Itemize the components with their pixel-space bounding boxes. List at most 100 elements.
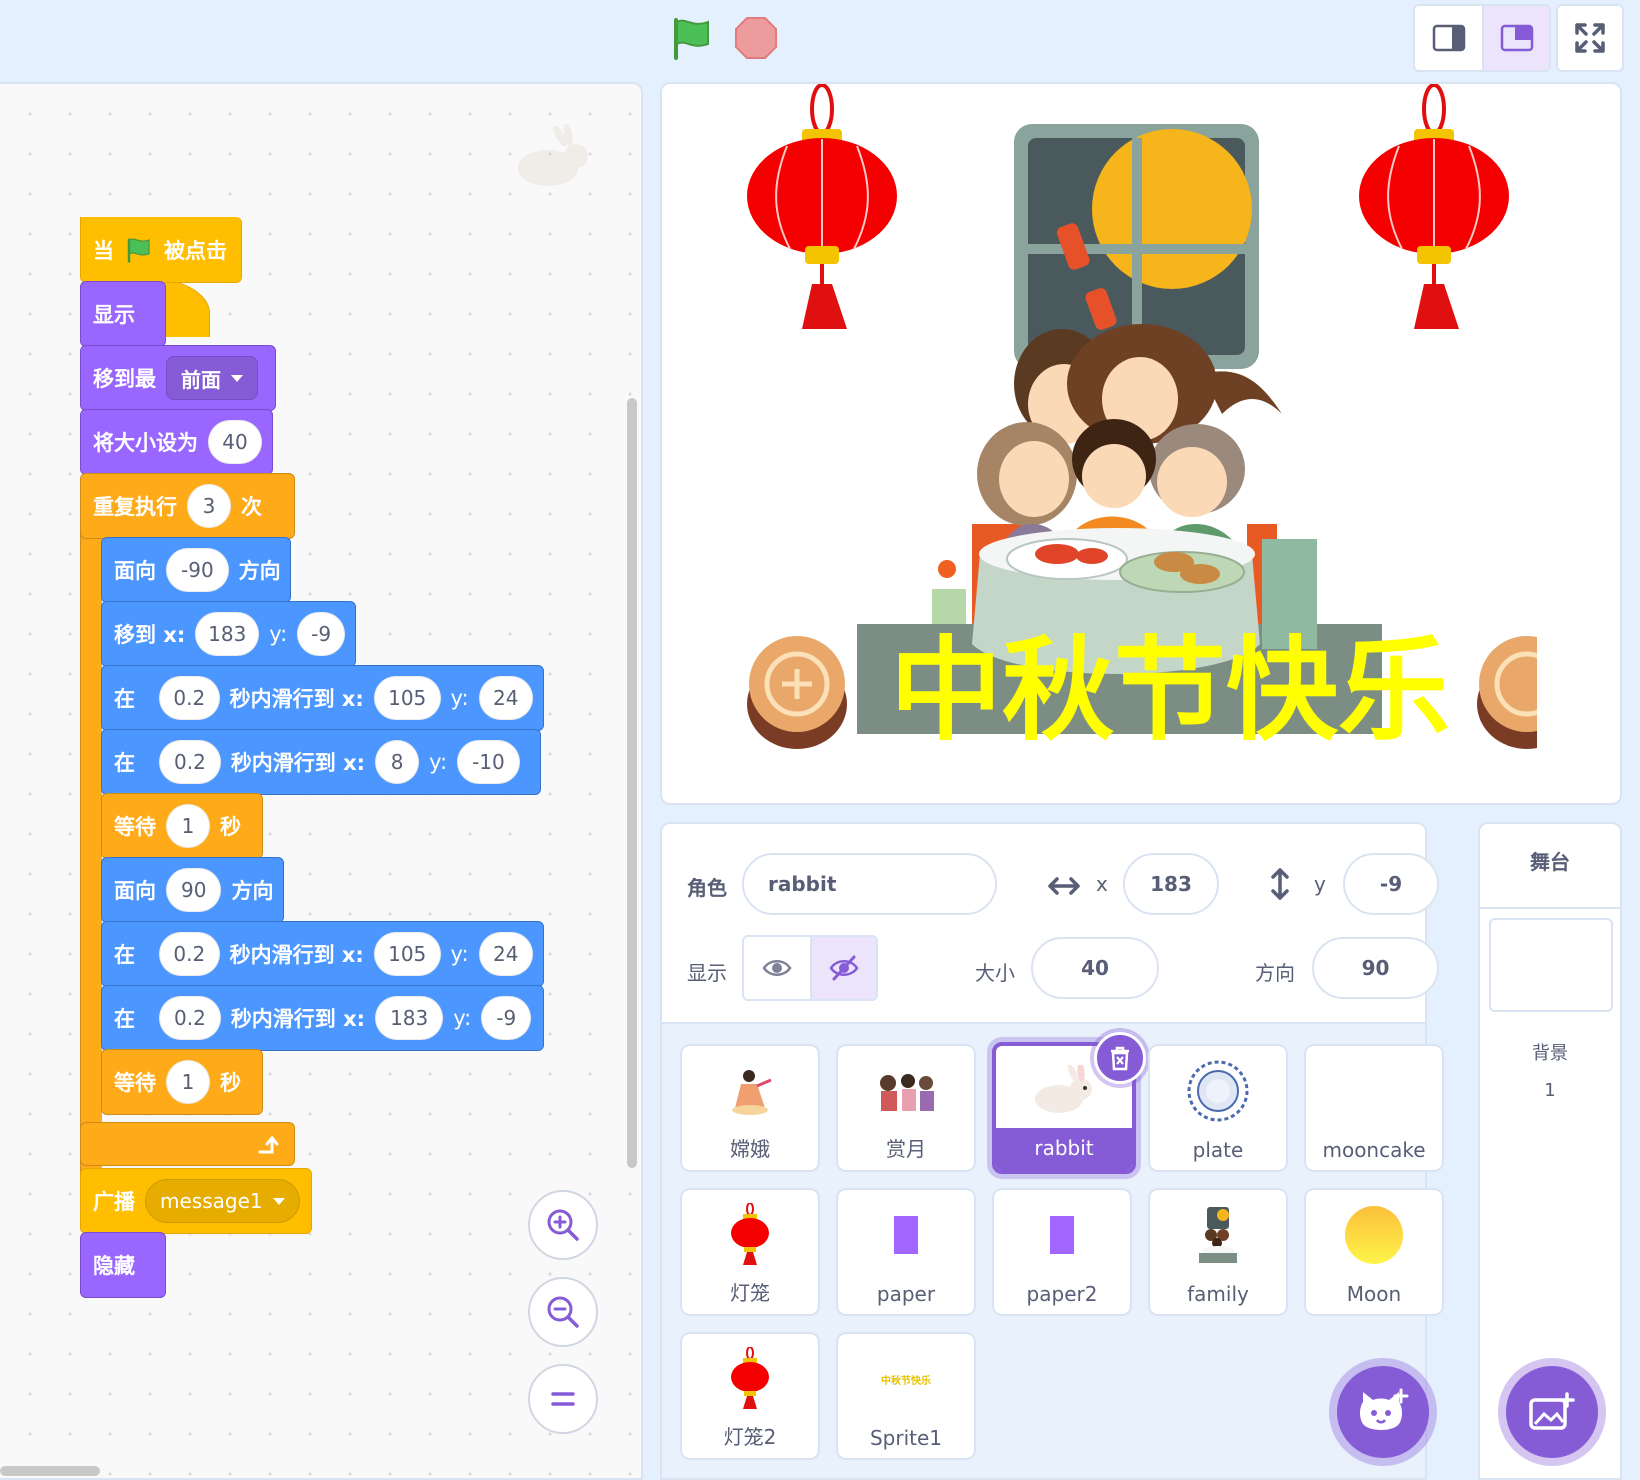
lantern-icon bbox=[682, 1200, 818, 1270]
sprite-tile-selected[interactable]: rabbit bbox=[992, 1032, 1146, 1174]
direction-input[interactable]: -90 bbox=[166, 548, 229, 592]
sprite-tile[interactable]: Moon bbox=[1304, 1188, 1444, 1316]
secs-input[interactable]: 0.2 bbox=[159, 676, 220, 720]
y-input[interactable]: 24 bbox=[478, 932, 533, 976]
size-value: 40 bbox=[1081, 956, 1109, 980]
loop-arrow-icon bbox=[258, 1135, 279, 1154]
y-value: -9 bbox=[1379, 872, 1403, 896]
sprite-tile[interactable]: 赏月 bbox=[836, 1044, 976, 1172]
sprite-tile[interactable]: family bbox=[1148, 1188, 1288, 1316]
mooncake-icon bbox=[747, 636, 847, 749]
repeat-block[interactable]: 重复执行 3 次 bbox=[80, 473, 295, 539]
lantern-right-icon bbox=[1359, 84, 1509, 329]
y-label: y: bbox=[450, 942, 469, 966]
repeat-block-bottom[interactable] bbox=[80, 1122, 295, 1166]
glide-block[interactable]: 在 0.2 秒内滑行到 x: 8 y: -10 bbox=[101, 729, 541, 795]
point-direction-block[interactable]: 面向 90 方向 bbox=[101, 857, 284, 923]
wait-seconds-input[interactable]: 1 bbox=[166, 804, 210, 848]
y-input[interactable]: -9 bbox=[481, 996, 532, 1040]
zoom-in-button[interactable] bbox=[528, 1190, 598, 1260]
layer-dropdown[interactable]: 前面 bbox=[166, 356, 258, 400]
direction-suffix: 方向 bbox=[231, 879, 274, 903]
sprite-tile[interactable]: paper bbox=[836, 1188, 976, 1316]
x-input[interactable]: 105 bbox=[373, 932, 441, 976]
size-label: 大小 bbox=[975, 961, 1015, 985]
sprite-tile[interactable]: 中秋节快乐 Sprite1 bbox=[836, 1332, 976, 1460]
y-input[interactable]: -9 bbox=[1343, 853, 1439, 915]
message-dropdown[interactable]: message1 bbox=[145, 1179, 300, 1223]
sprite-tile[interactable]: 灯笼 bbox=[680, 1188, 820, 1316]
fullscreen-button[interactable] bbox=[1556, 4, 1624, 72]
sprite-name: mooncake bbox=[1322, 1138, 1426, 1162]
y-input[interactable]: 24 bbox=[478, 676, 533, 720]
go-to-xy-block[interactable]: 移到 x: 183 y: -9 bbox=[101, 601, 356, 667]
add-sprite-button[interactable] bbox=[1337, 1366, 1429, 1458]
zoom-out-button[interactable] bbox=[528, 1277, 598, 1347]
go-to-layer-block[interactable]: 移到最 前面 bbox=[80, 345, 276, 411]
sprite-name: 灯笼 bbox=[730, 1281, 770, 1305]
secs-input[interactable]: 0.2 bbox=[159, 996, 221, 1040]
plate-icon bbox=[1150, 1056, 1286, 1126]
direction-input[interactable]: 90 bbox=[1312, 937, 1439, 999]
sprite-tile[interactable]: 嫦娥 bbox=[680, 1044, 820, 1172]
add-backdrop-button[interactable] bbox=[1506, 1366, 1598, 1458]
large-stage-icon bbox=[1500, 24, 1533, 52]
direction-input[interactable]: 90 bbox=[166, 868, 222, 912]
wait-suffix: 秒 bbox=[220, 815, 241, 839]
stop-button[interactable] bbox=[732, 14, 780, 62]
fullscreen-icon bbox=[1575, 23, 1605, 53]
wait-block[interactable]: 等待 1 秒 bbox=[101, 1049, 263, 1115]
size-input[interactable]: 40 bbox=[208, 420, 262, 464]
show-sprite-button[interactable] bbox=[744, 937, 810, 999]
glide-block[interactable]: 在 0.2 秒内滑行到 x: 105 y: 24 bbox=[101, 921, 544, 987]
moon-viewing-icon bbox=[838, 1056, 974, 1126]
hide-label: 隐藏 bbox=[93, 1254, 135, 1278]
point-label: 面向 bbox=[114, 879, 156, 903]
large-stage-button[interactable] bbox=[1482, 6, 1549, 70]
wait-label: 等待 bbox=[114, 1071, 156, 1095]
sprite-name-input[interactable]: rabbit bbox=[742, 853, 997, 915]
sprite-tile[interactable]: mooncake bbox=[1304, 1044, 1444, 1172]
glide-block[interactable]: 在 0.2 秒内滑行到 x: 183 y: -9 bbox=[101, 985, 544, 1051]
show-label: 显示 bbox=[93, 303, 135, 327]
wait-seconds-input[interactable]: 1 bbox=[166, 1060, 210, 1104]
zoom-reset-button[interactable] bbox=[528, 1364, 598, 1434]
size-input[interactable]: 40 bbox=[1031, 937, 1159, 999]
green-flag-button[interactable] bbox=[668, 14, 716, 62]
y-input[interactable]: -10 bbox=[457, 740, 520, 784]
code-workspace[interactable]: 当 被点击 显示 移到最 前面 将大小设为 40 重复执行 3 次 面向 -90… bbox=[0, 82, 643, 1480]
when-label: 当 bbox=[93, 238, 114, 263]
sprite-tile[interactable]: paper2 bbox=[992, 1188, 1132, 1316]
secs-input[interactable]: 0.2 bbox=[159, 740, 221, 784]
show-block[interactable]: 显示 bbox=[80, 281, 166, 347]
point-direction-block[interactable]: 面向 -90 方向 bbox=[101, 537, 291, 603]
glide-block[interactable]: 在 0.2 秒内滑行到 x: 105 y: 24 bbox=[101, 665, 544, 731]
x-input[interactable]: 183 bbox=[375, 996, 444, 1040]
wait-label: 等待 bbox=[114, 815, 156, 839]
repeat-label: 重复执行 bbox=[93, 495, 177, 519]
horizontal-scrollbar[interactable] bbox=[0, 1466, 100, 1476]
broadcast-block[interactable]: 广播 message1 bbox=[80, 1168, 312, 1234]
mooncake-icon bbox=[1477, 624, 1620, 754]
vertical-scrollbar[interactable] bbox=[627, 398, 637, 1168]
secs-input[interactable]: 0.2 bbox=[159, 932, 220, 976]
delete-sprite-button[interactable] bbox=[1094, 1032, 1146, 1084]
hide-block[interactable]: 隐藏 bbox=[80, 1232, 166, 1298]
x-input[interactable]: 183 bbox=[195, 612, 260, 656]
y-input[interactable]: -9 bbox=[297, 612, 345, 656]
set-size-block[interactable]: 将大小设为 40 bbox=[80, 409, 273, 475]
x-input[interactable]: 105 bbox=[373, 676, 441, 720]
sprite-tile[interactable]: 灯笼2 bbox=[680, 1332, 820, 1460]
stage-canvas[interactable]: 中秋节快乐 bbox=[660, 82, 1622, 805]
when-flag-clicked-block[interactable]: 当 被点击 bbox=[80, 217, 242, 283]
repeat-count-input[interactable]: 3 bbox=[187, 484, 231, 528]
sprite-tile[interactable]: plate bbox=[1148, 1044, 1288, 1172]
small-stage-button[interactable] bbox=[1415, 6, 1482, 70]
rabbit-watermark-icon bbox=[518, 124, 588, 186]
x-input[interactable]: 183 bbox=[1123, 853, 1219, 915]
go-to-label: 移到 x: bbox=[114, 623, 186, 647]
x-input[interactable]: 8 bbox=[375, 740, 420, 784]
wait-block[interactable]: 等待 1 秒 bbox=[101, 793, 263, 859]
hide-sprite-button[interactable] bbox=[809, 937, 876, 999]
stage-thumbnail[interactable] bbox=[1489, 918, 1613, 1012]
